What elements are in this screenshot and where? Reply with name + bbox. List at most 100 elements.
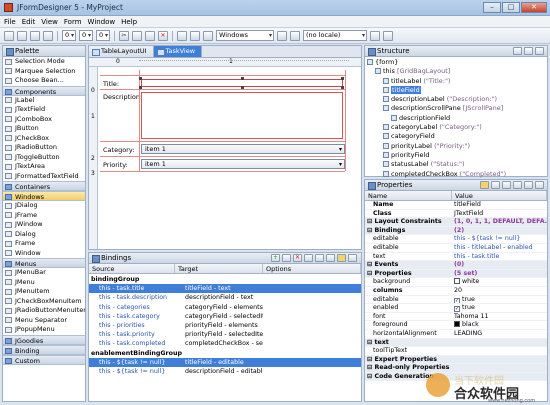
align-left-icon[interactable] bbox=[177, 30, 187, 41]
property-row[interactable]: editable this - ${task != null} bbox=[365, 235, 547, 244]
tree-node[interactable]: priorityField bbox=[367, 151, 545, 160]
add-locale-icon[interactable] bbox=[370, 30, 380, 41]
property-row[interactable]: ⊟ text bbox=[365, 338, 547, 348]
palette-item[interactable]: JButton bbox=[3, 124, 85, 134]
palette-item[interactable]: JLabel bbox=[3, 96, 85, 106]
palette-item[interactable]: Dialog bbox=[3, 230, 85, 240]
tree-node[interactable]: this [GridBagLayout] bbox=[367, 67, 545, 76]
palette-item[interactable]: JMenuItem bbox=[3, 287, 85, 297]
property-value[interactable]: (5 set) bbox=[452, 270, 547, 278]
remove-locale-icon[interactable] bbox=[383, 30, 393, 41]
tree-node[interactable]: statusLabel ("Status:") bbox=[367, 160, 545, 169]
tree-node[interactable]: completedCheckBox ("Completed") bbox=[367, 170, 545, 179]
palette-category[interactable]: Binding bbox=[3, 344, 85, 355]
property-value[interactable]: 20 bbox=[452, 287, 547, 295]
property-value[interactable]: this - ${task != null} bbox=[452, 235, 547, 243]
open-icon[interactable] bbox=[17, 30, 27, 41]
grid-field-1[interactable]: 0 bbox=[62, 30, 76, 41]
palette-item[interactable]: JTextArea bbox=[3, 162, 85, 172]
property-row[interactable]: font Tahoma 11 bbox=[365, 313, 547, 322]
palette-item[interactable]: JCheckBoxMenuItem bbox=[3, 297, 85, 307]
property-row[interactable]: columns 20 bbox=[365, 287, 547, 296]
palette-category[interactable]: Windows bbox=[3, 191, 85, 201]
palette-category[interactable]: Containers bbox=[3, 181, 85, 191]
title-label[interactable]: Title: bbox=[103, 80, 119, 88]
property-row[interactable]: horizontalAlignment LEADING bbox=[365, 330, 547, 339]
properties-options-icon[interactable] bbox=[535, 181, 544, 189]
property-value[interactable]: black bbox=[452, 321, 547, 329]
palette-item[interactable]: JMenu bbox=[3, 278, 85, 288]
delete-icon[interactable]: ✕ bbox=[158, 30, 168, 41]
selection-handle[interactable] bbox=[341, 86, 344, 89]
col-source[interactable]: Source bbox=[89, 264, 175, 273]
new-form-icon[interactable] bbox=[4, 30, 14, 41]
add-binding-icon[interactable]: + bbox=[271, 254, 280, 262]
category-view-icon[interactable] bbox=[480, 181, 489, 189]
checkbox[interactable]: ✓ bbox=[454, 306, 460, 312]
palette-item[interactable]: Choose Bean... bbox=[3, 76, 85, 86]
paste-icon[interactable] bbox=[145, 30, 155, 41]
property-value[interactable] bbox=[452, 339, 547, 347]
property-value[interactable] bbox=[452, 364, 547, 372]
palette-item[interactable]: JComboBox bbox=[3, 115, 85, 125]
property-row[interactable]: text this - task.title bbox=[365, 253, 547, 262]
property-row[interactable]: ⊟ Expert Properties bbox=[365, 355, 547, 365]
minimize-button[interactable]: – bbox=[483, 2, 501, 13]
property-row[interactable]: editable ✓ true bbox=[365, 296, 547, 305]
maximize-button[interactable]: □ bbox=[502, 2, 520, 13]
property-value[interactable]: JTextField bbox=[452, 210, 547, 218]
save-all-icon[interactable] bbox=[43, 30, 53, 41]
property-row[interactable]: ⊟ Bindings (2) bbox=[365, 226, 547, 236]
localize-icon[interactable] bbox=[277, 30, 287, 41]
description-label[interactable]: Description: bbox=[103, 93, 142, 101]
property-value[interactable] bbox=[452, 347, 547, 355]
binding-row[interactable]: this - task.description descriptionField … bbox=[89, 293, 361, 302]
binding-row[interactable]: this - task.category categoryField - sele… bbox=[89, 312, 361, 321]
palette-item[interactable]: JRadioButton bbox=[3, 143, 85, 153]
property-row[interactable]: toolTipText bbox=[365, 347, 547, 356]
palette-item[interactable]: JCheckBox bbox=[3, 134, 85, 144]
tree-node[interactable]: descriptionLabel ("Description:") bbox=[367, 95, 545, 104]
remove-binding-icon[interactable]: ✕ bbox=[293, 254, 302, 262]
palette-category[interactable]: Custom bbox=[3, 354, 85, 365]
palette-item[interactable]: JMenuBar bbox=[3, 268, 85, 278]
col-target[interactable]: Target bbox=[175, 264, 263, 273]
binding-row[interactable]: this - ${task != null} descriptionField -… bbox=[89, 367, 361, 376]
property-value[interactable]: (0) bbox=[452, 261, 547, 269]
palette-item[interactable]: JPopupMenu bbox=[3, 325, 85, 335]
palette-item[interactable]: Frame bbox=[3, 239, 85, 249]
palette-item[interactable]: JDialog bbox=[3, 201, 85, 211]
form-canvas[interactable]: 0 1 0 1 2 3 Title: Description: Category… bbox=[89, 58, 361, 249]
property-value[interactable]: (1, 0, 1, 1, DEFAULT, DEFA... bbox=[452, 218, 547, 226]
property-row[interactable]: editable this - titleLabel - enabled bbox=[365, 244, 547, 253]
property-value[interactable]: LEADING bbox=[452, 330, 547, 338]
binding-row[interactable]: this - task.priority priorityField - sele… bbox=[89, 330, 361, 339]
tree-node[interactable]: categoryLabel ("Category:") bbox=[367, 123, 545, 132]
selection-handle[interactable] bbox=[139, 77, 142, 80]
col-options[interactable]: Options bbox=[263, 264, 361, 273]
menu-edit[interactable]: Edit bbox=[22, 18, 36, 26]
palette-item[interactable]: Window bbox=[3, 249, 85, 259]
palette-item[interactable]: JToggleButton bbox=[3, 153, 85, 163]
selection-handle[interactable] bbox=[241, 77, 244, 80]
filter-icon[interactable] bbox=[337, 254, 346, 262]
menu-form[interactable]: Form bbox=[64, 18, 82, 26]
col-value[interactable]: Value bbox=[452, 191, 547, 200]
customize-icon[interactable] bbox=[513, 181, 522, 189]
selection-handle[interactable] bbox=[341, 77, 344, 80]
menu-window[interactable]: Window bbox=[88, 18, 116, 26]
property-row[interactable]: enabled ✓ true bbox=[365, 304, 547, 313]
priority-field[interactable]: item 1 bbox=[141, 159, 345, 169]
binding-row[interactable]: this - task.completed completedCheckBox -… bbox=[89, 339, 361, 348]
tree-node[interactable]: priorityLabel ("Priority:") bbox=[367, 142, 545, 151]
property-value[interactable]: (2) bbox=[452, 227, 547, 235]
locale-icon[interactable] bbox=[290, 30, 300, 41]
property-row[interactable]: Class JTextField bbox=[365, 210, 547, 219]
col-name[interactable]: Name bbox=[365, 191, 452, 200]
property-value[interactable]: titleField bbox=[452, 201, 547, 209]
align-center-icon[interactable] bbox=[190, 30, 200, 41]
tree-node[interactable]: titleField bbox=[367, 85, 545, 95]
sort-icon[interactable] bbox=[326, 254, 335, 262]
tree-node[interactable]: categoryField bbox=[367, 132, 545, 141]
menu-help[interactable]: Help bbox=[121, 18, 137, 26]
